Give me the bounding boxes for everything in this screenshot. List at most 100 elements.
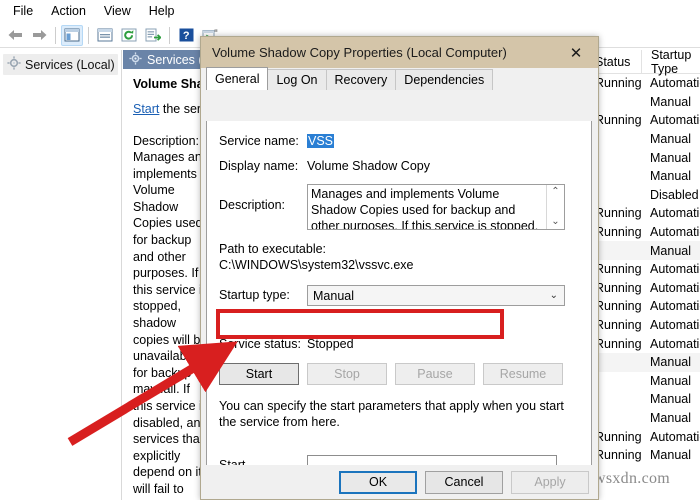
description-text: Manages and implements Volume Shadow Cop… — [311, 187, 539, 229]
cell-startup-type: Automatic — [650, 76, 700, 91]
cell-startup-type: Automatic — [650, 318, 700, 333]
startup-type-value: Manual — [313, 288, 354, 303]
table-row[interactable]: RunningAutomatic — [586, 260, 700, 279]
console-tree-pane: Services (Local) — [0, 50, 122, 500]
table-row[interactable]: RunningAutomatic — [586, 74, 700, 93]
start-button[interactable]: Start — [219, 363, 299, 385]
start-parameters-help-text: You can specify the start parameters tha… — [219, 399, 564, 429]
cell-startup-type: Manual — [650, 373, 691, 388]
cell-startup-type: Manual — [650, 94, 691, 109]
dialog-footer: OK Cancel Apply — [201, 465, 598, 499]
table-row[interactable]: RunningAutomatic — [586, 111, 700, 130]
cell-startup-type: Automatic — [650, 113, 700, 128]
service-name-label: Service name: — [219, 134, 299, 148]
table-row[interactable]: Manual — [586, 148, 700, 167]
display-name-label: Display name: — [219, 159, 299, 173]
service-status-label: Service status: — [219, 337, 301, 351]
tab-log-on[interactable]: Log On — [267, 69, 327, 90]
toolbar-separator — [55, 26, 56, 44]
table-row[interactable]: RunningAutomatic — [586, 316, 700, 335]
stop-button: Stop — [307, 363, 387, 385]
table-row[interactable]: Manual — [586, 93, 700, 112]
cell-startup-type: Manual — [650, 169, 691, 184]
table-row[interactable]: RunningAutomatic — [586, 427, 700, 446]
table-row[interactable]: Manual — [586, 352, 700, 372]
cell-startup-type: Automatic — [650, 280, 700, 295]
tab-dependencies[interactable]: Dependencies — [395, 69, 494, 90]
menu-item-action[interactable]: Action — [42, 2, 95, 20]
table-row[interactable]: Running Manual — [586, 446, 700, 465]
cell-startup-type: Automatic — [650, 262, 700, 277]
cell-startup-type: Manual — [650, 392, 691, 407]
table-row[interactable]: Manual — [586, 130, 700, 149]
toolbar-separator — [88, 26, 89, 44]
dialog-tab-strip: General Log On Recovery Dependencies — [201, 67, 598, 90]
service-properties-dialog: Volume Shadow Copy Properties (Local Com… — [200, 36, 599, 500]
pause-button: Pause — [395, 363, 475, 385]
cell-startup-type: Automatic — [650, 225, 700, 240]
table-row[interactable]: Disabled — [586, 186, 700, 205]
chevron-up-icon[interactable]: ⌃ — [551, 187, 559, 197]
tab-recovery[interactable]: Recovery — [325, 69, 397, 90]
service-name-value: VSS — [307, 134, 335, 148]
startup-type-label: Startup type: — [219, 288, 290, 302]
startup-type-dropdown[interactable]: Manual ⌄ — [307, 285, 565, 306]
services-gear-icon — [7, 56, 21, 73]
cell-startup-type: Manual — [650, 243, 691, 258]
close-icon[interactable]: ✕ — [554, 37, 598, 68]
show-hide-console-tree-icon[interactable] — [61, 24, 83, 46]
table-row[interactable]: RunningAutomatic — [586, 297, 700, 316]
services-gear-icon — [129, 51, 142, 68]
services-list-rows: RunningAutomaticManualRunningAutomaticMa… — [586, 74, 700, 464]
properties-icon[interactable] — [94, 25, 116, 46]
ok-button[interactable]: OK — [339, 470, 417, 494]
menu-item-view[interactable]: View — [95, 2, 140, 20]
refresh-icon[interactable] — [118, 25, 140, 46]
description-label: Description: — [219, 198, 285, 212]
chevron-down-icon[interactable]: ⌄ — [551, 217, 559, 227]
chevron-down-icon: ⌄ — [549, 290, 558, 301]
services-list-header: Status Startup Type — [586, 50, 700, 76]
table-row[interactable]: RunningAutomatic — [586, 223, 700, 242]
description-textbox[interactable]: Manages and implements Volume Shadow Cop… — [307, 184, 565, 230]
table-row[interactable]: RunningAutomatic — [586, 279, 700, 298]
cell-startup-type: Manual — [650, 410, 691, 425]
table-row[interactable]: Manual — [586, 241, 700, 260]
cell-startup-type: Manual — [650, 132, 691, 147]
table-row[interactable]: Manual — [586, 167, 700, 186]
sidebar-item-services-local[interactable]: Services (Local) — [3, 54, 118, 75]
start-service-link[interactable]: Start — [133, 102, 159, 116]
forward-arrow-icon[interactable] — [28, 25, 50, 46]
cell-startup-type: Manual — [650, 150, 691, 165]
help-icon[interactable]: ? — [175, 25, 197, 46]
tab-general[interactable]: General — [206, 67, 269, 90]
export-list-icon[interactable] — [142, 25, 164, 46]
description-scrollbar[interactable]: ⌃ ⌄ — [546, 185, 564, 229]
service-status-value: Stopped — [307, 337, 354, 351]
menu-bar: File Action View Help — [0, 0, 700, 22]
back-arrow-icon[interactable] — [4, 25, 26, 46]
path-to-executable-value: C:\WINDOWS\system32\vssvc.exe — [219, 258, 414, 272]
table-row[interactable]: Manual — [586, 409, 700, 428]
cell-startup-type: Disabled — [650, 187, 699, 202]
sidebar-item-label: Services (Local) — [25, 57, 115, 72]
table-row[interactable]: RunningAutomatic — [586, 334, 700, 353]
apply-button: Apply — [511, 470, 589, 494]
menu-item-file[interactable]: File — [4, 2, 42, 20]
cell-startup-type: Manual — [650, 448, 691, 463]
cell-startup-type: Manual — [650, 355, 691, 370]
dialog-title: Volume Shadow Copy Properties (Local Com… — [212, 45, 507, 60]
watermark: wsxdn.com — [594, 470, 671, 487]
svg-text:?: ? — [182, 30, 189, 42]
display-name-value: Volume Shadow Copy — [307, 159, 430, 173]
cancel-button[interactable]: Cancel — [425, 470, 503, 494]
dialog-title-bar: Volume Shadow Copy Properties (Local Com… — [201, 37, 598, 68]
cell-startup-type: Automatic — [650, 299, 700, 314]
general-tab-panel: Service name: VSS Display name: Volume S… — [206, 121, 592, 486]
table-row[interactable]: Manual — [586, 372, 700, 391]
column-header-startup-type[interactable]: Startup Type — [641, 50, 700, 76]
table-row[interactable]: RunningAutomatic — [586, 204, 700, 223]
table-row[interactable]: Manual — [586, 390, 700, 409]
services-list-pane: Status Startup Type RunningAutomaticManu… — [586, 50, 700, 500]
menu-item-help[interactable]: Help — [140, 2, 184, 20]
